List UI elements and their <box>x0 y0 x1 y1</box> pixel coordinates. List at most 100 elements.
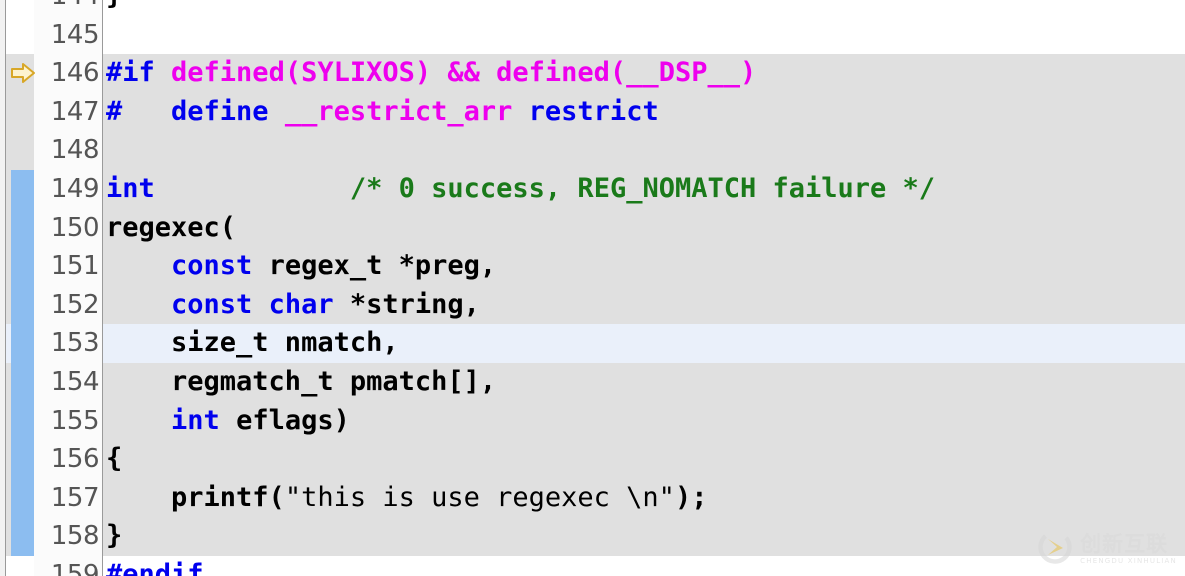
gutter-frame-strip <box>0 324 6 363</box>
gutter-frame-strip <box>0 440 6 479</box>
code-token: int <box>106 172 155 204</box>
code-text[interactable]: printf("this is use regexec \n"); <box>104 479 707 518</box>
change-bar <box>11 247 34 286</box>
code-text[interactable]: { <box>104 440 122 479</box>
code-token: # define <box>106 95 285 127</box>
line-number: 148 <box>34 131 103 170</box>
gutter-frame-strip <box>0 15 6 55</box>
code-text[interactable]: regexec( <box>104 209 236 248</box>
code-line[interactable]: 145 <box>0 15 1185 55</box>
code-text[interactable]: int eflags) <box>104 402 350 441</box>
gutter-frame-strip <box>0 247 6 286</box>
change-bar <box>11 517 34 556</box>
code-line[interactable]: 159 #endif <box>0 555 1185 576</box>
code-text[interactable]: size_t nmatch, <box>104 324 399 363</box>
gutter-frame-strip <box>0 0 6 16</box>
gutter-frame-strip <box>0 478 6 518</box>
gutter-frame-strip <box>0 92 6 132</box>
line-number: 158 <box>34 517 103 556</box>
line-number: 155 <box>34 401 103 441</box>
code-token: /* 0 success, REG_NOMATCH failure */ <box>349 172 936 204</box>
code-text[interactable]: int /* 0 success, REG_NOMATCH failure */ <box>104 170 935 209</box>
code-token: eflags) <box>219 404 350 436</box>
gutter-frame-strip <box>0 517 6 556</box>
code-token: regmatch_t pmatch[], <box>106 365 497 397</box>
code-token: ); <box>674 481 708 513</box>
code-text[interactable]: const regex_t *preg, <box>104 247 496 286</box>
arrow-right-marker-icon[interactable] <box>8 54 38 93</box>
code-text[interactable] <box>104 131 106 170</box>
code-line[interactable]: 151 const regex_t *preg, <box>0 247 1185 286</box>
line-number: 157 <box>34 478 103 518</box>
code-line[interactable]: 154 regmatch_t pmatch[], <box>0 362 1185 402</box>
line-number: 150 <box>34 208 103 248</box>
line-number: 147 <box>34 92 103 132</box>
change-bar <box>11 169 34 209</box>
gutter-frame-strip <box>0 54 6 93</box>
change-bar <box>11 16 34 55</box>
code-text[interactable]: regmatch_t pmatch[], <box>104 363 496 402</box>
line-number: 156 <box>34 440 103 479</box>
change-bar <box>11 440 34 479</box>
code-text[interactable] <box>104 16 106 55</box>
line-number: 159 <box>34 555 103 576</box>
code-token: int <box>171 404 220 436</box>
code-token: #if <box>106 57 172 89</box>
code-token: __restrict_arr <box>284 95 513 127</box>
code-token: *string, <box>333 288 480 320</box>
line-number: 149 <box>34 169 103 209</box>
line-number: 153 <box>34 324 103 363</box>
change-bar <box>11 285 34 325</box>
code-token: regexec( <box>106 211 237 243</box>
code-token: printf( <box>106 481 285 513</box>
code-token: #endif <box>106 558 204 576</box>
code-text[interactable]: # define __restrict_arr restrict <box>104 93 659 132</box>
code-line[interactable]: 148 <box>0 131 1185 170</box>
code-token: size_t nmatch, <box>106 327 399 359</box>
code-line[interactable]: 152 const char *string, <box>0 285 1185 325</box>
code-line[interactable]: 156{ <box>0 440 1185 479</box>
code-editor-view[interactable]: 144}145146#if defined(SYLIXOS) && define… <box>0 0 1185 576</box>
code-line[interactable]: 149 int /* 0 success, REG_NOMATCH failure… <box>0 169 1185 209</box>
change-bar <box>11 324 34 363</box>
gutter-frame-strip <box>0 401 6 441</box>
code-text[interactable]: const char *string, <box>104 286 480 325</box>
code-token: regex_t *preg, <box>252 250 497 282</box>
code-line[interactable]: 144} <box>0 0 1185 16</box>
code-token: const <box>171 250 253 282</box>
code-scroll-area[interactable]: 144}145146#if defined(SYLIXOS) && define… <box>0 0 1185 576</box>
code-text[interactable]: #endif <box>104 556 204 576</box>
change-bar <box>11 556 34 576</box>
change-bar <box>11 478 34 518</box>
code-token: } <box>106 0 122 11</box>
gutter-frame-strip <box>0 285 6 325</box>
change-bar <box>11 208 34 248</box>
gutter-frame-strip <box>0 169 6 209</box>
code-line[interactable]: 157 printf("this is use regexec \n"); <box>0 478 1185 518</box>
line-number: 154 <box>34 362 103 402</box>
change-bar <box>11 362 34 402</box>
code-token: defined(SYLIXOS) && defined(__DSP__) <box>171 57 757 89</box>
line-number: 146 <box>34 54 103 93</box>
code-line[interactable]: 146 #if defined(SYLIXOS) && defined(__DSP… <box>0 54 1185 93</box>
code-token: restrict <box>528 95 659 127</box>
change-bar <box>11 131 34 170</box>
code-token: const char <box>171 288 334 320</box>
code-line[interactable]: 153 size_t nmatch, <box>0 324 1185 363</box>
code-line[interactable]: 150 regexec( <box>0 208 1185 248</box>
code-text[interactable]: } <box>104 517 122 556</box>
line-number: 151 <box>34 247 103 286</box>
line-number: 145 <box>34 15 103 55</box>
gutter-frame-strip <box>0 362 6 402</box>
code-token: { <box>106 443 123 475</box>
code-text[interactable]: } <box>104 0 122 16</box>
code-line[interactable]: 147 # define __restrict_arr restrict <box>0 92 1185 132</box>
code-line[interactable]: 158} <box>0 517 1185 556</box>
code-line[interactable]: 155 int eflags) <box>0 401 1185 441</box>
code-text[interactable]: #if defined(SYLIXOS) && defined(__DSP__) <box>104 54 756 93</box>
